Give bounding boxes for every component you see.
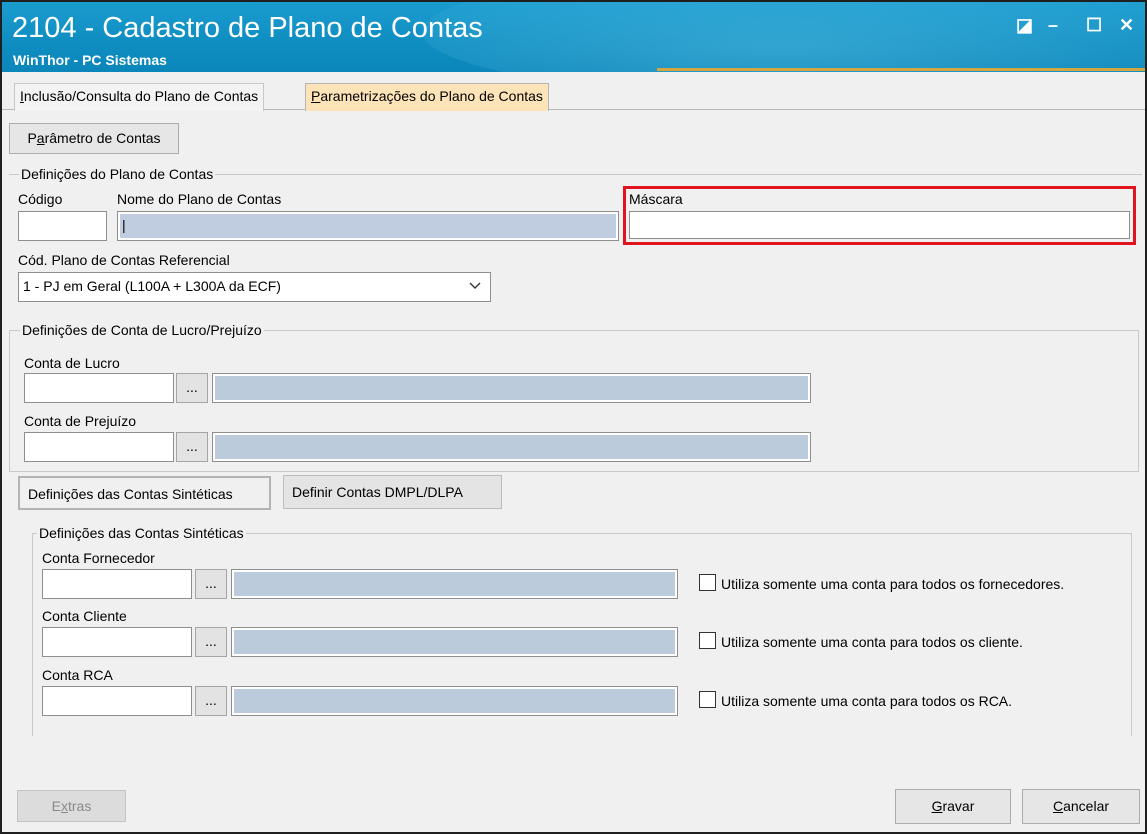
minimize-icon[interactable]: –: [1048, 16, 1058, 34]
conta-cliente-description: [231, 627, 678, 657]
definicoes-lucro-legend: Definições de Conta de Lucro/Prejuízo: [20, 322, 264, 338]
chevron-down-icon: [469, 282, 481, 289]
close-icon[interactable]: ✕: [1119, 16, 1134, 34]
conta-lucro-description: [212, 373, 811, 403]
gravar-mnemonic: G: [931, 798, 943, 814]
highlight-box: [623, 186, 1136, 245]
title-bar-accent-line: [657, 68, 1145, 71]
conta-lucro-input[interactable]: [24, 373, 174, 403]
parametro-de-contas-button[interactable]: Parâmetro de Contas: [9, 123, 179, 154]
gravar-label: ravar: [942, 798, 975, 814]
codigo-label: Código: [18, 191, 63, 207]
conta-cliente-label: Conta Cliente: [42, 608, 127, 624]
conta-rca-description: [231, 686, 678, 716]
gravar-button[interactable]: Gravar: [895, 789, 1011, 824]
conta-prejuizo-label: Conta de Prejuízo: [24, 413, 137, 429]
extras-mnemonic: x: [61, 798, 68, 814]
extras-label-post: tras: [68, 798, 92, 814]
conta-lucro-lookup-button[interactable]: ...: [176, 373, 208, 403]
conta-cliente-lookup-button[interactable]: ...: [195, 627, 227, 657]
cancelar-label: ancelar: [1063, 798, 1110, 814]
parametro-mnemonic: a: [36, 130, 45, 146]
referencial-select[interactable]: 1 - PJ em Geral (L100A + L300A da ECF): [18, 272, 491, 302]
definicoes-plano-legend: Definições do Plano de Contas: [19, 166, 216, 182]
extras-label-pre: E: [51, 798, 61, 814]
subtab-contas-sinteticas[interactable]: Definições das Contas Sintéticas: [18, 476, 271, 510]
conta-rca-label: Conta RCA: [42, 667, 113, 683]
rca-checkbox-label: Utiliza somente uma conta para todos os …: [721, 693, 1013, 709]
tab-parametrizacoes-label: arametrizações do Plano de Contas: [320, 88, 543, 104]
window-title: 2104 - Cadastro de Plano de Contas: [12, 12, 483, 44]
conta-fornecedor-label: Conta Fornecedor: [42, 550, 155, 566]
definicoes-sinteticas-legend: Definições das Contas Sintéticas: [37, 525, 246, 541]
parametro-label-post: râmetro de Contas: [44, 130, 161, 146]
clientes-checkbox-label: Utiliza somente uma conta para todos os …: [721, 634, 1023, 650]
cancelar-button[interactable]: Cancelar: [1022, 789, 1140, 824]
subtab-dmpl-dlpa[interactable]: Definir Contas DMPL/DLPA: [283, 475, 502, 509]
fornecedores-checkbox[interactable]: [699, 574, 716, 591]
fornecedores-checkbox-label: Utiliza somente uma conta para todos os …: [721, 576, 1065, 592]
nome-plano-input[interactable]: |: [117, 211, 619, 241]
tab-inclusao-label: nclusão/Consulta do Plano de Contas: [23, 88, 259, 104]
tab-inclusao-consulta[interactable]: Inclusão/Consulta do Plano de Contas: [14, 83, 265, 111]
parametro-label-pre: P: [27, 130, 37, 146]
referencial-selected-value: 1 - PJ em Geral (L100A + L300A da ECF): [23, 278, 281, 294]
conta-prejuizo-input[interactable]: [24, 432, 174, 462]
cancelar-mnemonic: C: [1052, 798, 1064, 814]
conta-rca-lookup-button[interactable]: ...: [195, 686, 227, 716]
conta-prejuizo-lookup-button[interactable]: ...: [176, 432, 208, 462]
window-subtitle: WinThor - PC Sistemas: [13, 52, 167, 68]
restore-icon[interactable]: ◪: [1016, 16, 1033, 34]
conta-fornecedor-description: [231, 569, 678, 599]
conta-cliente-input[interactable]: [42, 627, 192, 657]
title-bar-decoration: [422, 2, 1145, 72]
tab-parametrizacoes-mnemonic: P: [311, 88, 321, 104]
conta-rca-input[interactable]: [42, 686, 192, 716]
title-bar[interactable]: 2104 - Cadastro de Plano de Contas WinTh…: [2, 2, 1145, 72]
main-window: 2104 - Cadastro de Plano de Contas WinTh…: [0, 0, 1147, 834]
conta-lucro-label: Conta de Lucro: [24, 355, 120, 371]
rca-checkbox[interactable]: [699, 691, 716, 708]
clientes-checkbox[interactable]: [699, 632, 716, 649]
maximize-icon[interactable]: ☐: [1086, 16, 1102, 34]
nome-plano-label: Nome do Plano de Contas: [117, 191, 282, 207]
conta-prejuizo-description: [212, 432, 811, 462]
referencial-label: Cód. Plano de Contas Referencial: [18, 252, 230, 268]
codigo-input[interactable]: [18, 211, 107, 241]
conta-fornecedor-input[interactable]: [42, 569, 192, 599]
main-tabstrip: Inclusão/Consulta do Plano de Contas Par…: [2, 72, 1145, 111]
extras-button[interactable]: Extras: [17, 790, 126, 822]
conta-fornecedor-lookup-button[interactable]: ...: [195, 569, 227, 599]
tab-parametrizacoes[interactable]: Parametrizações do Plano de Contas: [305, 83, 549, 111]
